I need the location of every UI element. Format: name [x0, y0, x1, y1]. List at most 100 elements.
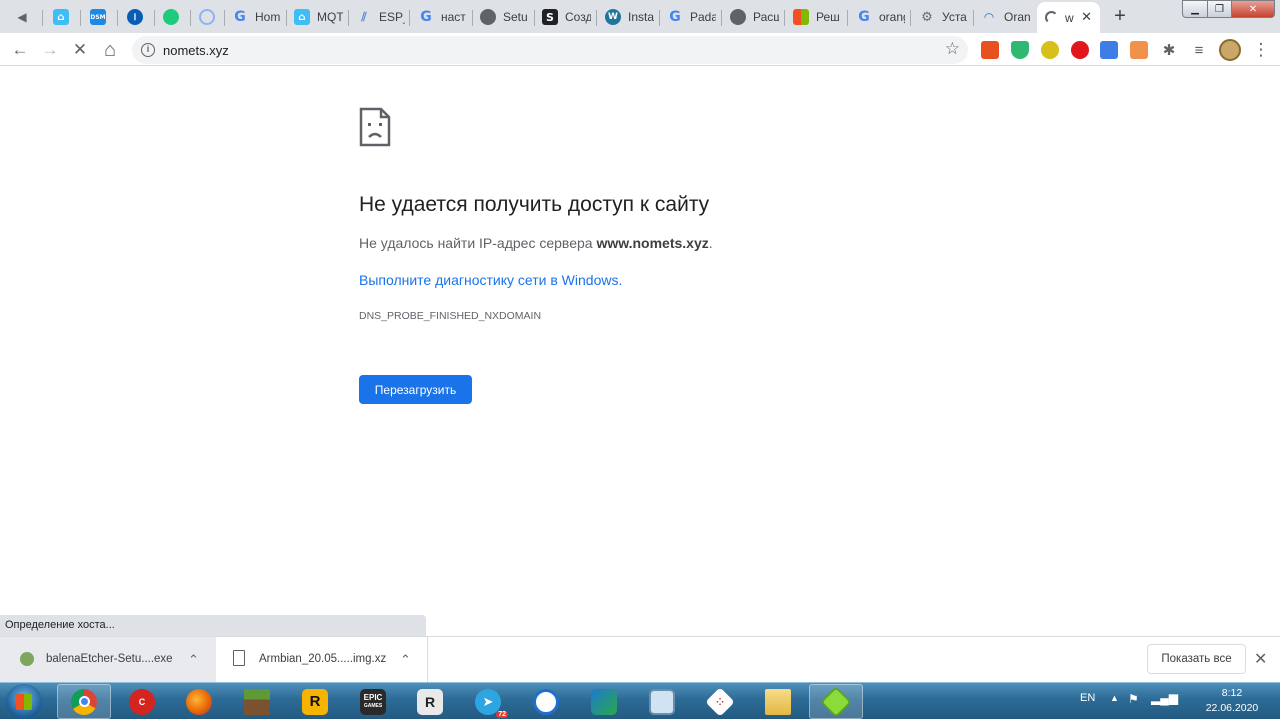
translate-extension-icon[interactable] — [1100, 41, 1118, 59]
taskbar-rockstar[interactable]: R — [288, 684, 342, 719]
firefox-icon — [186, 688, 212, 715]
tab-insta[interactable]: W Insta — [597, 4, 660, 30]
address-url[interactable]: nomets.xyz — [163, 43, 229, 58]
globe-icon — [730, 9, 746, 25]
wordpress-icon: W — [605, 9, 621, 25]
taskbar-green-cube[interactable] — [809, 684, 863, 719]
tab-title: Oran — [1004, 10, 1030, 24]
reload-button[interactable]: Перезагрузить — [359, 375, 472, 404]
tab-title: ESP_ — [379, 10, 405, 24]
microsoft-icon — [793, 9, 809, 25]
close-window-button[interactable]: ✕ — [1231, 0, 1275, 18]
taskbar-epic-games[interactable]: EPIC GAMES — [346, 684, 400, 719]
tab-usta[interactable]: ⚙ Уста — [911, 4, 974, 30]
tab-title: Уста — [942, 10, 967, 24]
bookmark-star-icon[interactable]: ☆ — [945, 39, 960, 59]
chevron-up-icon[interactable]: ⌃ — [400, 652, 411, 668]
network-diagnostics-link[interactable]: Выполните диагностику сети в Windows. — [359, 272, 622, 288]
tab-strip: ◀ ⌂ DSM ⏽ G Hom ⌂ MQT ⫽ ESP_ Gнаст Setu S Со… — [0, 0, 1280, 33]
tab-esp[interactable]: ⫽ ESP_ — [348, 4, 410, 30]
taskbar-magnifier[interactable] — [635, 684, 689, 719]
site-info-icon[interactable]: i — [141, 43, 155, 57]
tab-sozd[interactable]: S Созд — [534, 4, 597, 30]
tab-pada[interactable]: G Pada — [659, 4, 722, 30]
taskbar-ccleaner[interactable]: C — [115, 684, 169, 719]
google-icon: G — [420, 9, 432, 25]
profile-avatar-icon[interactable] — [1219, 39, 1241, 61]
taskbar-vpn[interactable] — [577, 684, 631, 719]
tab-resh[interactable]: Реш — [785, 4, 848, 30]
folder-icon — [765, 688, 791, 715]
shield-extension-icon[interactable] — [1011, 41, 1029, 59]
start-button[interactable] — [6, 684, 42, 719]
gift-extension-icon[interactable] — [981, 41, 999, 59]
minecraft-icon — [244, 688, 270, 715]
tab-close-icon[interactable]: ✕ — [1081, 9, 1092, 25]
home-assistant-icon: ⌂ — [294, 9, 310, 25]
loading-spinner-icon — [1045, 11, 1058, 24]
menu-button[interactable]: ⋮ — [1249, 38, 1273, 62]
puzzle-extension-icon[interactable]: ✱ — [1160, 41, 1178, 59]
address-bar[interactable]: i nomets.xyz ☆ — [132, 36, 968, 64]
wifi-icon: ◠ — [984, 10, 994, 24]
action-center-icon[interactable]: ⚑ — [1128, 692, 1139, 706]
tab-active[interactable]: w ✕ — [1037, 2, 1100, 33]
tab-rasch[interactable]: Расш — [722, 4, 785, 30]
taskbar-chrome[interactable] — [57, 684, 111, 719]
playlist-extension-icon[interactable]: ≡ — [1190, 41, 1208, 59]
tab-dsm[interactable]: DSM — [82, 4, 118, 30]
tab-nast[interactable]: Gнаст — [410, 4, 473, 30]
yellow-extension-icon[interactable] — [1041, 41, 1059, 59]
clock-time: 8:12 — [1221, 687, 1243, 699]
browser-toolbar: ← → ✕ ⌂ i nomets.xyz ☆ ✱ ≡ ⋮ — [0, 33, 1280, 66]
ccleaner-icon: C — [129, 688, 155, 715]
home-button[interactable]: ⌂ — [98, 38, 122, 62]
taskbar-app-r[interactable]: R — [403, 684, 457, 719]
taskbar-network-app[interactable] — [519, 684, 573, 719]
volume-icon[interactable]: 🔈︎ — [1174, 691, 1182, 707]
tab-onepassword[interactable]: ⏽ — [119, 4, 155, 30]
maximize-button[interactable]: ❐ — [1207, 0, 1232, 18]
language-indicator[interactable]: EN — [1080, 692, 1095, 704]
app-r-icon: R — [417, 688, 443, 715]
minimize-button[interactable]: ▁ — [1182, 0, 1208, 18]
stop-button[interactable]: ✕ — [68, 38, 92, 62]
error-text-suffix: . — [708, 235, 713, 251]
taskbar-dice[interactable]: ⁘ — [693, 684, 747, 719]
tab-oran[interactable]: ◠ Oran — [973, 4, 1036, 30]
epic-label: EPIC — [363, 692, 383, 702]
tab-speaker[interactable]: ◀ — [6, 4, 43, 30]
forward-button[interactable]: → — [38, 38, 62, 62]
download-item[interactable]: Armbian_20.05.....img.xz ⌃ — [217, 637, 428, 683]
error-text-prefix: Не удалось найти IP-адрес сервера — [359, 235, 597, 251]
tray-expand-icon[interactable]: ▲ — [1110, 693, 1119, 703]
chrome-icon — [71, 688, 97, 715]
google-icon: G — [858, 9, 870, 25]
kebab-menu-icon: ⋮ — [1252, 40, 1270, 59]
taskbar-explorer[interactable] — [751, 684, 805, 719]
show-all-downloads-button[interactable]: Показать все — [1147, 644, 1246, 674]
tab-green-cloud[interactable] — [155, 4, 191, 30]
telegram-badge: 72 — [496, 710, 508, 718]
clock[interactable]: 8:12 22.06.2020 — [1196, 686, 1268, 716]
new-tab-button[interactable]: + — [1108, 5, 1132, 29]
close-shelf-icon[interactable]: ✕ — [1254, 649, 1267, 669]
download-item[interactable]: balenaEtcher-Setu....exe ⌃ — [0, 637, 216, 683]
tab-orang[interactable]: Gorang — [848, 4, 911, 30]
epic-sub-label: GAMES — [363, 702, 383, 709]
download-filename: Armbian_20.05.....img.xz — [259, 653, 387, 665]
taskbar-telegram[interactable]: ➤ 72 — [461, 684, 515, 719]
back-button[interactable]: ← — [8, 38, 32, 62]
tab-mqtt[interactable]: ⌂ MQT — [286, 4, 349, 30]
telegram-icon: ➤ 72 — [475, 688, 508, 718]
opera-extension-icon[interactable] — [1071, 41, 1089, 59]
chevron-up-icon[interactable]: ⌃ — [188, 652, 199, 668]
tab-setup[interactable]: Setu — [472, 4, 535, 30]
tab-home-assistant[interactable]: ⌂ — [45, 4, 81, 30]
taskbar-minecraft[interactable] — [230, 684, 284, 719]
badge-extension-icon[interactable] — [1130, 41, 1148, 59]
taskbar-firefox[interactable] — [172, 684, 226, 719]
onepassword-icon: ⏽ — [127, 9, 143, 25]
tab-hom[interactable]: G Hom — [224, 4, 287, 30]
tab-cloud-outline[interactable] — [191, 4, 225, 30]
